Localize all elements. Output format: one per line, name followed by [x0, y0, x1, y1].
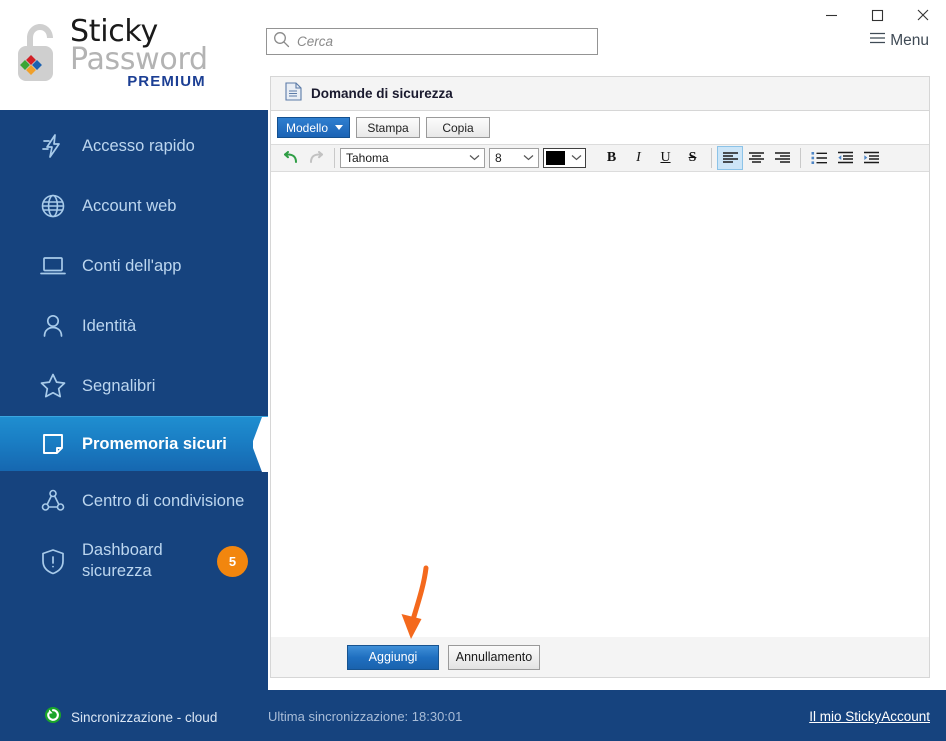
- hamburger-icon: [869, 31, 886, 50]
- chevron-down-icon: [571, 154, 582, 163]
- sidebar-item-label-line1: Dashboard sicurezza: [82, 541, 163, 580]
- stampa-button[interactable]: Stampa: [356, 117, 421, 138]
- sidebar-item-label: Identità: [82, 317, 137, 335]
- sidebar-item-label: Account web: [82, 197, 177, 215]
- star-icon: [36, 369, 70, 403]
- underline-button[interactable]: U: [652, 147, 679, 169]
- modello-label: Modello: [286, 120, 329, 135]
- brand-name-secondary: Password: [70, 42, 208, 77]
- note-editor[interactable]: [271, 172, 929, 638]
- format-toolbar: Tahoma 8 B I U S: [271, 144, 929, 172]
- person-icon: [36, 309, 70, 343]
- document-icon: [285, 81, 302, 106]
- outdent-icon[interactable]: [832, 146, 858, 170]
- bullet-list-icon[interactable]: [806, 146, 832, 170]
- padlock-logo-icon: [14, 22, 64, 84]
- chevron-down-icon: [523, 154, 534, 163]
- sidebar-item-account-web[interactable]: Account web: [0, 176, 268, 236]
- sidebar-item-segnalibri[interactable]: Segnalibri: [0, 356, 268, 416]
- sticky-account-link[interactable]: Il mio StickyAccount: [809, 709, 930, 724]
- align-left-icon[interactable]: [717, 146, 743, 170]
- share-icon: [36, 484, 70, 518]
- toolbar-divider: [334, 148, 335, 168]
- selection-notch: [252, 417, 268, 472]
- application-window: Sticky Password PREMIUM Accesso rapido A…: [0, 0, 946, 741]
- search-box[interactable]: [266, 28, 598, 55]
- shield-alert-icon: [36, 544, 70, 578]
- sidebar-item-dashboard-sicurezza[interactable]: Dashboard sicurezza 5: [0, 531, 268, 591]
- brand-wordmark: Sticky Password PREMIUM: [70, 16, 208, 90]
- italic-button[interactable]: I: [625, 147, 652, 169]
- font-color-select[interactable]: [543, 148, 586, 168]
- sidebar-item-label: Conti dell'app: [82, 257, 182, 275]
- sync-refresh-icon: [44, 706, 62, 729]
- chevron-down-icon: [469, 154, 480, 163]
- search-input[interactable]: [297, 34, 597, 49]
- copia-button[interactable]: Copia: [426, 117, 491, 138]
- sync-status[interactable]: Sincronizzazione - cloud: [44, 706, 217, 729]
- globe-icon: [36, 189, 70, 223]
- sidebar-item-promemoria-sicuri[interactable]: Promemoria sicuri: [0, 416, 268, 472]
- font-size-value: 8: [495, 151, 502, 165]
- note-icon: [36, 427, 70, 461]
- toolbar-divider: [711, 148, 712, 168]
- action-row: Aggiungi Annullamento: [271, 637, 929, 677]
- sync-label: Sincronizzazione - cloud: [71, 710, 218, 725]
- annullamento-button[interactable]: Annullamento: [448, 644, 540, 670]
- modello-dropdown-button[interactable]: Modello: [277, 117, 351, 138]
- toolbar-divider: [800, 148, 801, 168]
- status-badge: 5: [217, 545, 248, 577]
- content-panel: Domande di sicurezza Modello Stampa Copi…: [270, 76, 930, 678]
- sidebar-item-label: Accesso rapido: [82, 137, 195, 155]
- sidebar: Sticky Password PREMIUM Accesso rapido A…: [0, 0, 268, 741]
- indent-icon[interactable]: [858, 146, 884, 170]
- chevron-down-icon: [335, 125, 344, 130]
- redo-icon[interactable]: [303, 146, 329, 170]
- last-sync-time: Ultima sincronizzazione: 18:30:01: [268, 709, 463, 724]
- font-size-select[interactable]: 8: [489, 148, 539, 168]
- menu-button[interactable]: Menu: [869, 31, 929, 50]
- close-icon[interactable]: [900, 0, 946, 30]
- sidebar-item-label: Promemoria sicuri: [82, 435, 227, 453]
- brand-logo: Sticky Password PREMIUM: [0, 0, 268, 110]
- bold-button[interactable]: B: [598, 147, 625, 169]
- align-right-icon[interactable]: [769, 146, 795, 170]
- font-family-select[interactable]: Tahoma: [340, 148, 485, 168]
- align-center-icon[interactable]: [743, 146, 769, 170]
- maximize-icon[interactable]: [854, 0, 900, 30]
- panel-toolbar: Modello Stampa Copia: [271, 111, 929, 144]
- sidebar-item-label: Dashboard sicurezza: [82, 540, 163, 582]
- font-family-value: Tahoma: [346, 151, 389, 165]
- aggiungi-button[interactable]: Aggiungi: [347, 644, 439, 670]
- sidebar-item-centro-di-condivisione[interactable]: Centro di condivisione: [0, 471, 268, 531]
- page-title: Domande di sicurezza: [311, 86, 453, 101]
- sidebar-item-conti-dell-app[interactable]: Conti dell'app: [0, 236, 268, 296]
- sidebar-item-label: Segnalibri: [82, 377, 156, 395]
- menu-label: Menu: [890, 31, 929, 49]
- footer-status-bar: Sincronizzazione - cloud Ultima sincroni…: [0, 690, 946, 741]
- strikethrough-button[interactable]: S: [679, 147, 706, 169]
- undo-icon[interactable]: [277, 146, 303, 170]
- color-swatch: [546, 151, 565, 165]
- search-icon: [273, 31, 291, 53]
- minimize-icon[interactable]: [808, 0, 854, 30]
- sidebar-item-label: Centro di condivisione: [82, 492, 245, 510]
- sidebar-item-identita[interactable]: Identità: [0, 296, 268, 356]
- sidebar-nav: Accesso rapido Account web Conti dell'ap…: [0, 116, 268, 591]
- laptop-icon: [36, 249, 70, 283]
- lightning-icon: [36, 129, 70, 163]
- panel-header: Domande di sicurezza: [271, 77, 929, 111]
- sidebar-item-accesso-rapido[interactable]: Accesso rapido: [0, 116, 268, 176]
